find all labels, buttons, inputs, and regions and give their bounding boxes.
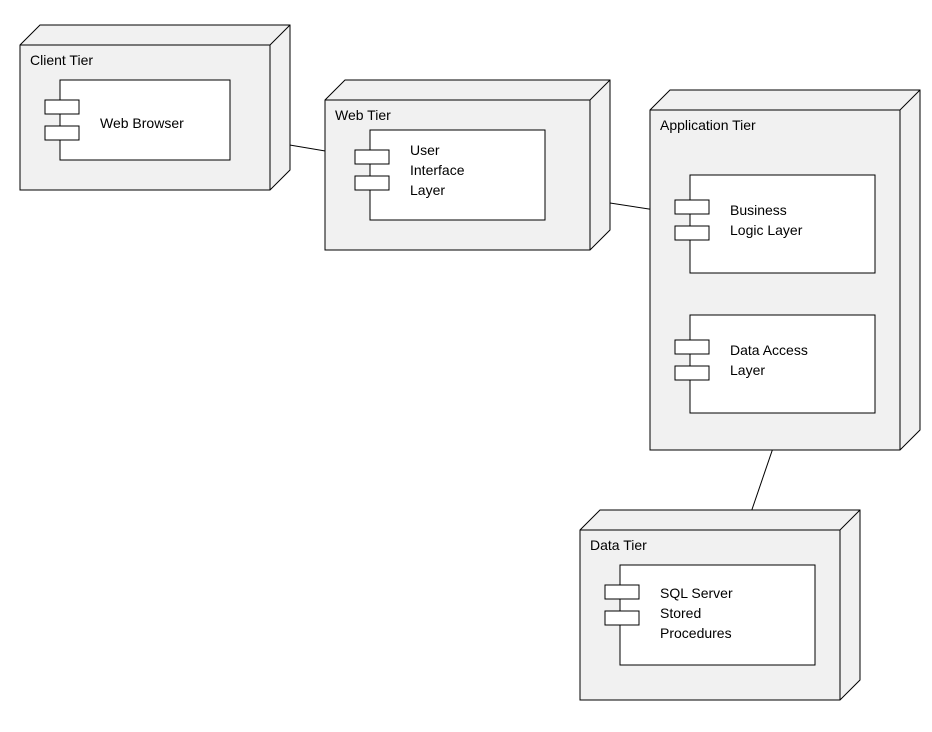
tier-web: Web Tier User Interface Layer [325,80,610,250]
biz-logic-label-1: Business [730,202,787,218]
component-sql-server: SQL Server Stored Procedures [605,565,815,665]
tier-client-title: Client Tier [30,52,93,68]
ui-layer-label-3: Layer [410,182,445,198]
ui-layer-label-2: Interface [410,162,465,178]
data-access-label-1: Data Access [730,342,808,358]
data-access-label-2: Layer [730,362,765,378]
sql-server-label-2: Stored [660,605,701,621]
web-browser-label-1: Web Browser [100,115,184,131]
tier-web-title: Web Tier [335,107,391,123]
sql-server-label-1: SQL Server [660,585,733,601]
tier-data: Data Tier SQL Server Stored Procedures [580,510,860,700]
component-data-access: Data Access Layer [675,315,875,413]
component-ui-layer: User Interface Layer [355,130,545,220]
tier-data-title: Data Tier [590,537,647,553]
component-web-browser: Web Browser [45,80,230,160]
tier-application-title: Application Tier [660,117,756,133]
biz-logic-label-2: Logic Layer [730,222,803,238]
sql-server-label-3: Procedures [660,625,732,641]
component-biz-logic: Business Logic Layer [675,175,875,273]
tier-client: Client Tier Web Browser [20,25,290,190]
tier-application: Application Tier Business Logic Layer Da… [650,90,920,450]
architecture-diagram: Client Tier Web Browser Web Tier User In… [0,0,932,732]
ui-layer-label-1: User [410,142,440,158]
